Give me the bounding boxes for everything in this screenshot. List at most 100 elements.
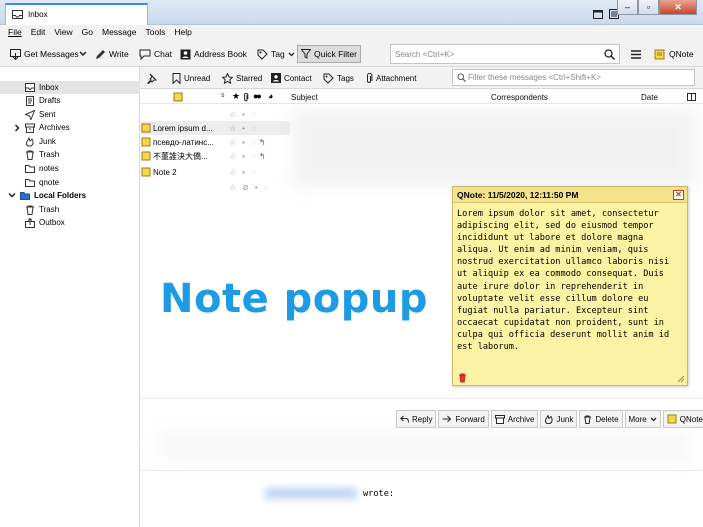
filter-contact[interactable]: Contact <box>271 71 312 85</box>
attachment-column-icon[interactable] <box>243 93 249 102</box>
qnote-popup[interactable]: QNote: 11/5/2020, 12:11:50 PM ✕ Lorem ip… <box>452 186 688 386</box>
thread-column-icon[interactable]: ⁵ <box>221 91 225 101</box>
read-dot-icon[interactable]: • <box>242 152 245 161</box>
star-icon[interactable]: ☆ <box>229 110 236 119</box>
junk-icon[interactable]: ◌ <box>251 138 256 147</box>
chat-button[interactable]: Chat <box>136 45 175 63</box>
folder-inbox[interactable]: Inbox <box>0 81 140 94</box>
archive-button[interactable]: Archive <box>490 410 539 428</box>
forward-button[interactable]: Forward <box>438 410 489 428</box>
folder-outbox[interactable]: Outbox <box>25 216 65 229</box>
address-book-icon <box>180 49 191 59</box>
global-search-input[interactable]: Search <Ctrl+K> <box>390 44 620 64</box>
junk-button[interactable]: Junk <box>540 410 578 428</box>
table-row[interactable]: Note 2 ☆ • ◌ <box>141 165 290 179</box>
qnote-column-icon[interactable] <box>173 92 183 102</box>
trash-icon <box>584 415 592 424</box>
read-dot-icon[interactable]: • <box>242 110 245 119</box>
qnote-message-button[interactable]: QNote <box>662 410 703 428</box>
menu-help[interactable]: Help <box>170 25 196 41</box>
folder-archives[interactable]: Archives <box>14 121 70 134</box>
delete-button[interactable]: Delete <box>579 410 623 428</box>
subject-text: 不董誰決大僑... <box>153 151 208 161</box>
menu-go[interactable]: Go <box>78 25 98 41</box>
junk-icon[interactable]: ◌ <box>251 168 256 177</box>
table-row[interactable]: ☆ ⊘ • ◌ <box>141 180 290 194</box>
menu-edit[interactable]: Edit <box>27 25 51 41</box>
more-button[interactable]: More <box>624 410 661 428</box>
close-button[interactable]: ✕ <box>659 0 697 15</box>
read-dot-icon[interactable]: • <box>242 124 245 133</box>
minimize-button[interactable]: – <box>617 0 638 15</box>
menu-view[interactable]: View <box>50 25 77 41</box>
chevron-right-icon[interactable] <box>14 123 21 132</box>
qnote-text[interactable]: Lorem ipsum dolor sit amet, consectetur … <box>457 208 685 353</box>
folder-icon <box>25 179 35 187</box>
quick-filter-button[interactable]: Quick Filter <box>297 45 361 63</box>
folder-local-trash[interactable]: Trash <box>25 203 59 216</box>
star-icon[interactable]: ☆ <box>229 168 236 177</box>
table-row[interactable]: 不董誰決大僑... ☆ • ◌ ↰ <box>141 149 291 163</box>
folder-junk[interactable]: Junk <box>25 135 56 148</box>
filter-tags[interactable]: Tags <box>323 71 354 85</box>
folder-qnote[interactable]: qnote <box>25 176 59 189</box>
menu-file[interactable]: File <box>4 25 27 41</box>
junk-icon[interactable]: ◌ <box>251 124 256 133</box>
star-column-icon[interactable]: ★ <box>232 91 240 102</box>
star-icon[interactable]: ☆ <box>229 124 236 133</box>
column-subject[interactable]: Subject <box>291 93 318 102</box>
star-icon[interactable]: ☆ <box>229 152 236 161</box>
menu-tools[interactable]: Tools <box>141 25 170 41</box>
folder-local-folders[interactable]: Local Folders <box>8 189 86 202</box>
folder-sent[interactable]: Sent <box>25 108 55 121</box>
pane-splitter[interactable] <box>140 398 703 399</box>
star-icon[interactable]: ☆ <box>229 138 236 147</box>
folder-notes[interactable]: notes <box>25 162 59 175</box>
read-column-icon[interactable]: ●● <box>253 91 262 101</box>
calendar-icon[interactable] <box>593 9 603 19</box>
table-row[interactable]: Lorem ipsum d... ☆ • ◌ <box>141 121 290 135</box>
close-icon[interactable]: ✕ <box>673 190 684 200</box>
app-menu-button[interactable] <box>628 45 644 63</box>
star-icon[interactable]: ☆ <box>229 183 236 192</box>
filter-attachment[interactable]: Attachment <box>365 71 416 85</box>
junk-icon[interactable]: ◌ <box>251 152 256 161</box>
tag-icon <box>257 49 268 60</box>
qnote-title-bar[interactable]: QNote: 11/5/2020, 12:11:50 PM ✕ <box>453 187 687 203</box>
get-messages-button[interactable]: Get Messages <box>7 45 82 63</box>
resize-handle-icon[interactable] <box>677 375 685 383</box>
filter-messages-input[interactable]: Filter these messages <Ctrl+Shift+K> <box>452 69 695 86</box>
search-icon <box>457 73 466 82</box>
read-dot-icon[interactable]: • <box>255 183 258 192</box>
tab-inbox[interactable]: Inbox <box>5 3 148 26</box>
junk-column-icon[interactable]: ◕ <box>268 91 273 101</box>
folder-drafts[interactable]: Drafts <box>25 94 60 107</box>
menu-message[interactable]: Message <box>98 25 142 41</box>
subject-cell: 不董誰決大僑... <box>141 151 217 162</box>
qnote-title: QNote: 11/5/2020, 12:11:50 PM <box>457 190 579 200</box>
address-book-button[interactable]: Address Book <box>177 45 250 63</box>
table-row[interactable]: псевдо-латинс... ☆ • ◌ ↰ <box>141 135 291 149</box>
read-dot-icon[interactable]: • <box>242 168 245 177</box>
filter-starred[interactable]: Starred <box>222 71 262 85</box>
qnote-toolbar-button[interactable]: QNote <box>651 45 697 63</box>
tag-button[interactable]: Tag <box>254 45 298 63</box>
chevron-down-icon[interactable] <box>8 192 16 199</box>
column-correspondents[interactable]: Correspondents <box>491 93 548 102</box>
junk-icon[interactable]: ◌ <box>264 183 269 192</box>
get-messages-dropdown[interactable] <box>76 45 90 63</box>
junk-icon[interactable]: ◌ <box>251 110 256 119</box>
folder-trash[interactable]: Trash <box>25 148 59 161</box>
filter-unread[interactable]: Unread <box>172 71 210 85</box>
maximize-button[interactable]: ▫ <box>638 0 659 15</box>
reply-icon <box>400 415 409 423</box>
write-button[interactable]: Write <box>92 45 132 63</box>
read-dot-icon[interactable]: • <box>242 138 245 147</box>
reply-button[interactable]: Reply <box>396 410 437 428</box>
subject-text: псевдо-латинс... <box>153 137 214 147</box>
trash-icon[interactable] <box>458 373 467 383</box>
sticky-filter-toggle[interactable] <box>146 71 157 85</box>
column-picker-icon[interactable] <box>687 93 696 101</box>
column-date[interactable]: Date <box>641 93 658 102</box>
table-row[interactable]: ☆ • ◌ <box>141 107 290 121</box>
